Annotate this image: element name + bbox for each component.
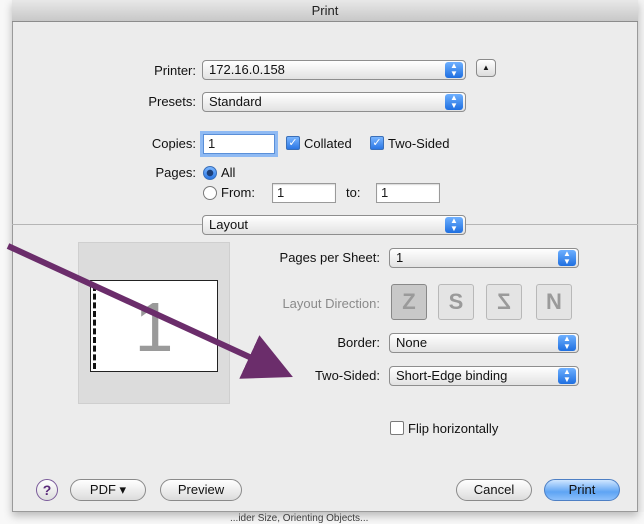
pages-from-input[interactable]: 1 bbox=[272, 183, 336, 203]
pages-all-label: All bbox=[221, 165, 236, 180]
section-select[interactable]: Layout ▲ ▼ bbox=[202, 215, 466, 235]
flip-horizontally-checkbox[interactable] bbox=[390, 421, 404, 435]
disclosure-button[interactable]: ▲ bbox=[476, 59, 496, 77]
copies-label: Copies: bbox=[151, 136, 196, 151]
collated-label: Collated bbox=[304, 136, 352, 151]
border-select[interactable]: None ▲ ▼ bbox=[389, 333, 579, 353]
presets-select[interactable]: Standard ▲ ▼ bbox=[202, 92, 466, 112]
up-down-chevron-icon: ▲ ▼ bbox=[558, 368, 576, 384]
background-text: ...ider Size, Orienting Objects... bbox=[230, 513, 369, 524]
window-title: Print bbox=[12, 0, 638, 22]
pages-per-sheet-value: 1 bbox=[396, 250, 404, 265]
two-sided-checkbox[interactable]: ✓ bbox=[370, 136, 384, 150]
direction-z-button[interactable]: Z bbox=[391, 284, 427, 320]
preview-button[interactable]: Preview bbox=[160, 479, 242, 501]
border-label: Border: bbox=[337, 335, 380, 350]
page-thumbnail: 1 bbox=[90, 280, 218, 372]
up-down-chevron-icon: ▲ ▼ bbox=[558, 250, 576, 266]
printer-value: 172.16.0.158 bbox=[209, 62, 285, 77]
two-sided-binding-select[interactable]: Short-Edge binding ▲ ▼ bbox=[389, 366, 579, 386]
background-window bbox=[0, 0, 12, 524]
up-down-chevron-icon: ▲ ▼ bbox=[445, 217, 463, 233]
two-sided-binding-label: Two-Sided: bbox=[314, 368, 380, 383]
direction-n-icon: N bbox=[546, 289, 562, 314]
pages-per-sheet-select[interactable]: 1 ▲ ▼ bbox=[389, 248, 579, 268]
pages-from-label: From: bbox=[221, 185, 255, 200]
direction-s-icon: S bbox=[448, 289, 464, 314]
cancel-button[interactable]: Cancel bbox=[456, 479, 532, 501]
flip-horizontally-label: Flip horizontally bbox=[408, 421, 499, 436]
pages-all-radio[interactable] bbox=[203, 166, 217, 180]
direction-s-button[interactable]: S bbox=[438, 284, 474, 320]
layout-direction-label: Layout Direction: bbox=[282, 296, 380, 311]
collated-checkbox[interactable]: ✓ bbox=[286, 136, 300, 150]
up-down-chevron-icon: ▲ ▼ bbox=[558, 335, 576, 351]
two-sided-label: Two-Sided bbox=[388, 136, 450, 151]
up-down-chevron-icon: ▲ ▼ bbox=[445, 94, 463, 110]
two-sided-binding-value: Short-Edge binding bbox=[396, 368, 508, 383]
printer-label: Printer: bbox=[154, 63, 196, 78]
section-value: Layout bbox=[209, 217, 249, 232]
copies-input[interactable]: 1 bbox=[203, 134, 275, 154]
pages-per-sheet-label: Pages per Sheet: bbox=[279, 250, 380, 265]
presets-value: Standard bbox=[209, 94, 262, 109]
page-number: 1 bbox=[134, 288, 174, 366]
pages-to-input[interactable]: 1 bbox=[376, 183, 440, 203]
direction-n-button[interactable]: N bbox=[536, 284, 572, 320]
printer-select[interactable]: 172.16.0.158 ▲ ▼ bbox=[202, 60, 466, 80]
direction-reverse-z-icon: Z bbox=[497, 289, 511, 314]
pages-from-radio[interactable] bbox=[203, 186, 217, 200]
triangle-up-icon: ▲ bbox=[482, 63, 490, 72]
up-down-chevron-icon: ▲ ▼ bbox=[445, 62, 463, 78]
presets-label: Presets: bbox=[148, 94, 196, 109]
print-button[interactable]: Print bbox=[544, 479, 620, 501]
pages-label: Pages: bbox=[155, 165, 196, 180]
direction-reverse-z-button[interactable]: Z bbox=[486, 284, 522, 320]
border-value: None bbox=[396, 335, 428, 350]
help-button[interactable]: ? bbox=[36, 479, 58, 501]
direction-z-icon: Z bbox=[402, 289, 416, 314]
pages-to-label: to: bbox=[346, 185, 361, 200]
pdf-menu-button[interactable]: PDF ▾ bbox=[70, 479, 146, 501]
